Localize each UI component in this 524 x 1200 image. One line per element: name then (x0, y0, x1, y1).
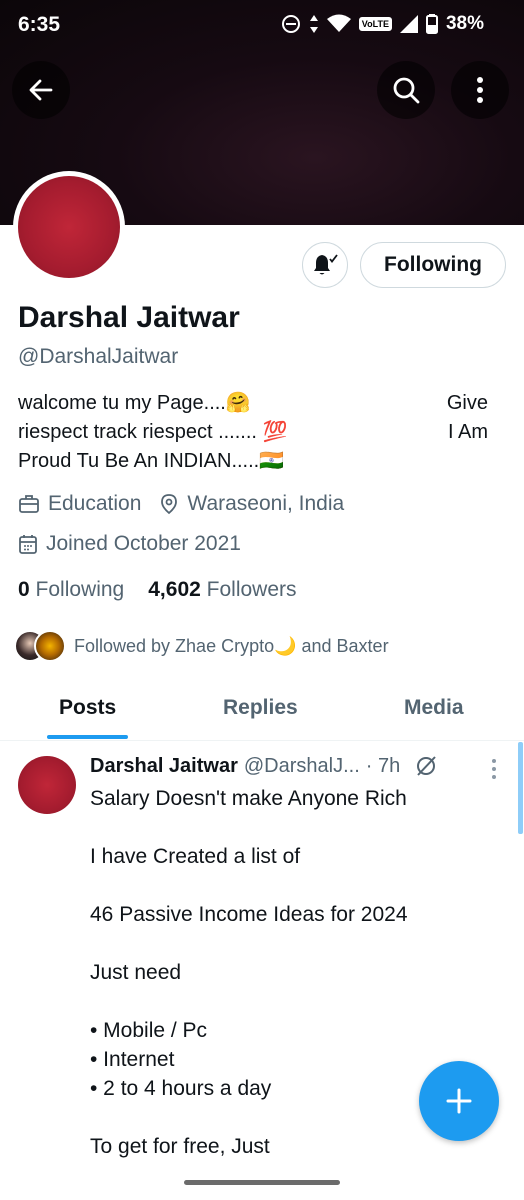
follow-stats: 0 Following 4,602 Followers (18, 578, 297, 602)
following-label: Following (35, 578, 125, 601)
post-author-avatar[interactable] (18, 756, 76, 814)
bio-line: Proud Tu Be An INDIAN.....🇮🇳 (18, 447, 488, 476)
following-stat[interactable]: 0 Following (18, 578, 124, 602)
tab-replies[interactable]: Replies (223, 696, 298, 720)
search-button[interactable] (377, 61, 435, 119)
post-header: Darshal Jaitwar @DarshalJ... · 7h (90, 754, 438, 778)
scrollbar-thumb[interactable] (518, 742, 523, 834)
post-author-handle: @DarshalJ... (243, 754, 360, 777)
compose-post-button[interactable] (419, 1061, 499, 1141)
followed-by-row[interactable]: Followed by Zhae Crypto🌙 and Baxter (14, 630, 389, 662)
do-not-disturb-icon (281, 15, 300, 33)
battery-icon (425, 14, 438, 34)
post-line: Salary Doesn't make Anyone Rich (90, 787, 407, 810)
more-vertical-icon (477, 77, 483, 103)
joined-item: Joined October 2021 (18, 532, 241, 556)
post-line (90, 987, 490, 1016)
location-label: Waraseoni, India (187, 492, 345, 515)
home-indicator[interactable] (184, 1180, 340, 1185)
post-line (90, 871, 490, 900)
arrow-left-icon (29, 79, 53, 101)
calendar-icon (19, 535, 37, 554)
profile-tabs: Posts Replies Media (0, 682, 524, 740)
following-count: 0 (18, 578, 30, 601)
bio-line: riespect track riespect ....... 💯 I Am (18, 418, 488, 447)
profile-name: Darshal Jaitwar (18, 301, 240, 334)
profile-meta-row: Education Waraseoni, India (18, 492, 344, 516)
bio-text: walcome tu my Page....🤗 (18, 392, 251, 414)
location-item: Waraseoni, India (159, 492, 344, 516)
tab-media[interactable]: Media (404, 696, 464, 720)
followers-count: 4,602 (148, 578, 201, 601)
post-line (90, 929, 490, 958)
volte-badge: VoLTE (358, 17, 392, 31)
post-line: • Internet (90, 1048, 175, 1071)
following-button[interactable]: Following (360, 242, 506, 288)
post-line: I have Created a list of (90, 845, 301, 868)
back-button[interactable] (12, 61, 70, 119)
profile-avatar[interactable] (13, 171, 125, 283)
status-time: 6:35 (18, 13, 61, 36)
post-line (90, 813, 490, 842)
grok-icon[interactable] (414, 754, 438, 778)
post-line: To get for free, Just (90, 1135, 270, 1158)
follower-avatar (34, 630, 66, 662)
post-line: • Mobile / Pc (90, 1019, 208, 1042)
bio-text: Proud Tu Be An INDIAN.....🇮🇳 (18, 450, 285, 472)
bell-check-icon (314, 254, 338, 275)
search-icon (393, 77, 420, 104)
profile-bio: walcome tu my Page....🤗 Give riespect tr… (18, 389, 488, 476)
data-arrows-icon (309, 15, 318, 33)
active-tab-indicator (47, 735, 128, 739)
joined-label: Joined October 2021 (46, 532, 241, 555)
post-line: Just need (90, 961, 182, 984)
post-line: 46 Passive Income Ideas for 2024 (90, 903, 408, 926)
tab-posts[interactable]: Posts (59, 696, 116, 720)
notifications-button[interactable] (302, 242, 348, 288)
wifi-icon (326, 14, 351, 32)
bio-line: walcome tu my Page....🤗 Give (18, 389, 488, 418)
bio-text: I Am (447, 421, 488, 443)
status-icons: VoLTE 38% (281, 13, 484, 35)
status-bar: 6:35 VoLTE 38% (0, 0, 524, 52)
post-more-icon[interactable] (490, 758, 498, 780)
category-item: Education (18, 492, 141, 516)
profile-handle: @DarshalJaitwar (18, 345, 179, 368)
avatar-image (18, 176, 120, 278)
post-author-name[interactable]: Darshal Jaitwar (90, 755, 238, 778)
more-button[interactable] (451, 61, 509, 119)
battery-percent: 38% (445, 13, 484, 34)
location-pin-icon (161, 494, 178, 515)
followers-label: Followers (206, 578, 297, 601)
bio-text: riespect track riespect ....... 💯 (18, 421, 288, 443)
briefcase-icon (19, 495, 39, 513)
followed-by-text: Followed by Zhae Crypto🌙 and Baxter (74, 635, 389, 656)
post-time: · 7h (365, 754, 401, 777)
joined-row: Joined October 2021 (18, 532, 241, 556)
category-label: Education (48, 492, 142, 515)
tabs-divider (0, 740, 524, 741)
signal-icon (399, 15, 418, 33)
plus-icon (446, 1088, 472, 1114)
followers-stat[interactable]: 4,602 Followers (148, 578, 296, 602)
bio-text: Give (446, 392, 488, 414)
